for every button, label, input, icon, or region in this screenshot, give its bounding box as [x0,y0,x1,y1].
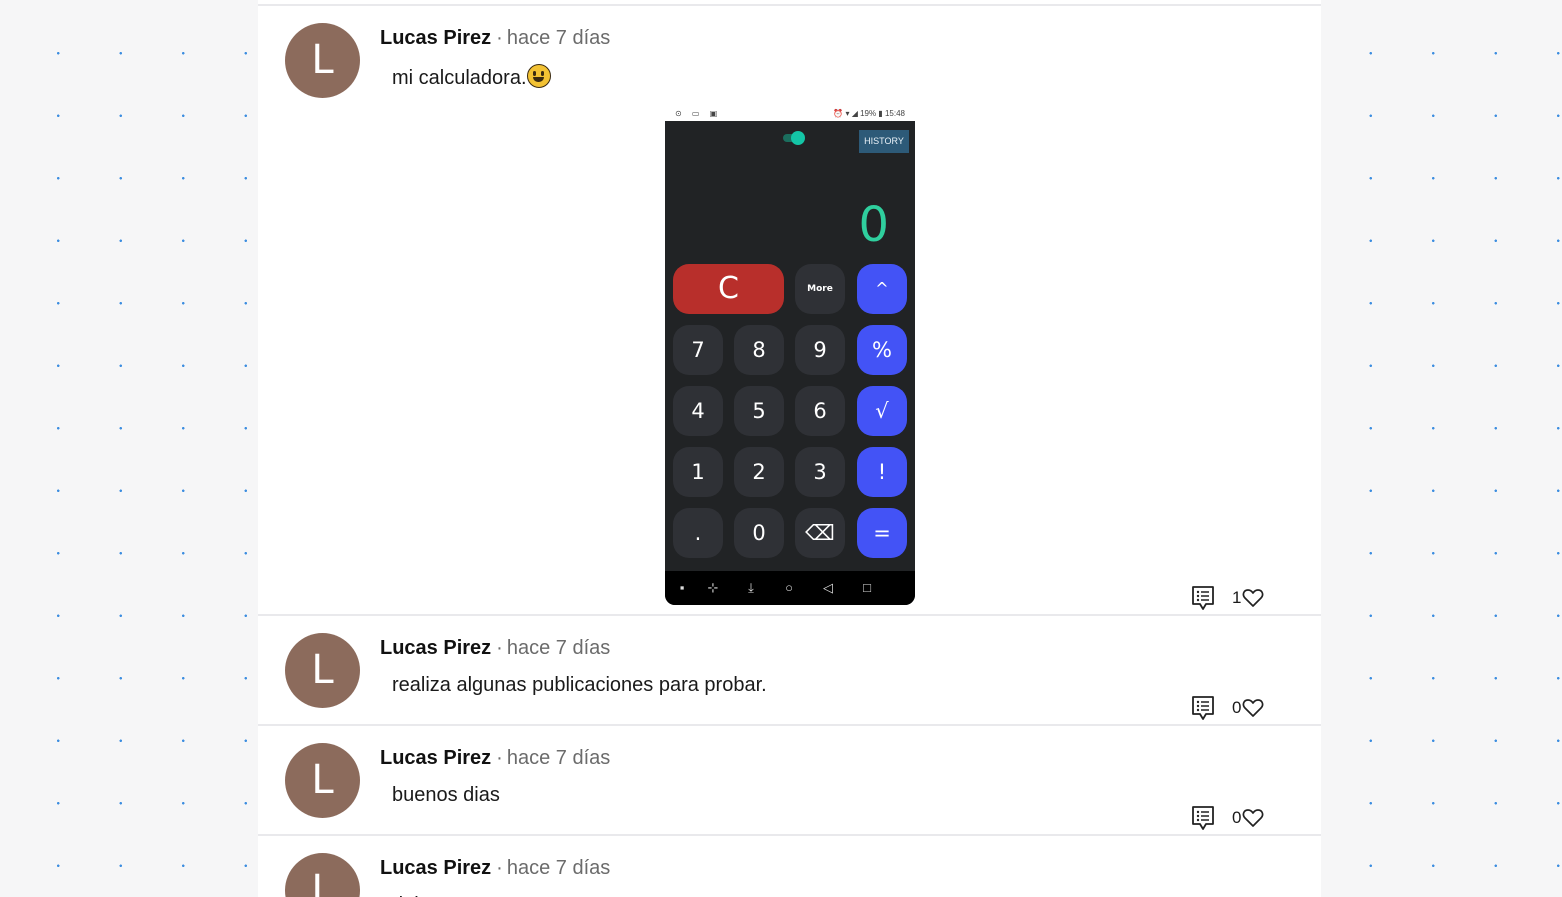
post-text-content: mi calculadora. [392,67,527,89]
comment-icon[interactable] [1190,584,1216,612]
meta-separator: · [496,747,503,769]
status-icons-left: ⊙ ▭ ▣ [675,109,722,118]
nav-home-icon: ○ [785,580,793,595]
key-1: 1 [673,447,723,497]
nav-recents-icon: □ [863,580,871,595]
author-name[interactable]: Lucas Pirez [380,637,491,659]
like-count: 0 [1232,808,1242,827]
key-9: 9 [795,325,845,375]
nav-collapse-icon: ⊹ [707,580,719,595]
history-button: HISTORY [859,130,909,153]
backspace-key: ⌫ [795,508,845,558]
author-name[interactable]: Lucas Pirez [380,27,491,49]
phone-nav-bar: ▪ ⊹ ⤓ ○ ◁ □ [665,571,915,605]
post-actions: 0 [1190,694,1264,722]
calculator-display: 0 [858,197,889,253]
heart-icon[interactable] [1242,808,1264,828]
post-text: realiza algunas publicaciones para proba… [392,674,767,696]
author-name[interactable]: Lucas Pirez [380,857,491,879]
avatar[interactable]: L [285,743,360,818]
key-8: 8 [734,325,784,375]
nav-back-icon: ◁ [823,580,833,595]
post-time: hace 7 días [506,27,611,49]
post-time: hace 7 días [506,637,611,659]
key-3: 3 [795,447,845,497]
key-4: 4 [673,386,723,436]
post-feed: L Lucas Pirez · hace 7 días mi calculadora… [258,0,1321,897]
equals-key: = [857,508,907,558]
meta-separator: · [496,27,503,49]
post-meta: Lucas Pirez · hace 7 días [380,27,610,50]
post-time: hace 7 días [506,747,611,769]
percent-key: % [857,325,907,375]
post-card: L Lucas Pirez·hace 7 días dale [258,834,1321,897]
comment-icon[interactable] [1190,694,1216,722]
post-image[interactable]: ⊙ ▭ ▣ ⏰ ▾ ◢ 19% ▮ 15:48 HISTORY 0 C More… [665,106,915,605]
key-0: 0 [734,508,784,558]
post-card: L Lucas Pirez · hace 7 días mi calculadora… [258,4,1321,615]
meta-separator: · [496,857,503,879]
meta-separator: · [496,637,503,659]
post-meta: Lucas Pirez · hace 7 días [380,747,610,770]
calculator-screen: HISTORY 0 C More ^ 7 8 9 % 4 5 6 √ 1 2 3… [665,121,915,605]
avatar[interactable]: L [285,23,360,98]
key-5: 5 [734,386,784,436]
like-count: 0 [1232,698,1242,717]
phone-status-bar: ⊙ ▭ ▣ ⏰ ▾ ◢ 19% ▮ 15:48 [665,106,915,121]
post-card: L Lucas Pirez · hace 7 días realiza alguna… [258,614,1321,725]
status-icons-right: ⏰ ▾ ◢ 19% ▮ 15:48 [833,109,905,118]
key-6: 6 [795,386,845,436]
heart-icon[interactable] [1242,588,1264,608]
clear-key: C [673,264,784,314]
post-card: L Lucas Pirez · hace 7 días buenos dias 0 [258,724,1321,835]
post-time: hace 7 días [506,857,611,879]
post-meta: Lucas Pirez · hace 7 días [380,857,610,880]
sqrt-key: √ [857,386,907,436]
power-key: ^ [857,264,907,314]
key-7: 7 [673,325,723,375]
avatar[interactable]: L [285,633,360,708]
avatar[interactable]: L [285,853,360,897]
post-actions: 0 [1190,804,1264,832]
more-key: More [795,264,845,314]
factorial-key: ! [857,447,907,497]
nav-download-icon: ⤓ [748,580,754,595]
post-text: buenos dias [392,784,500,806]
post-meta: Lucas Pirez · hace 7 días [380,637,610,660]
like-count: 1 [1232,588,1242,607]
key-2: 2 [734,447,784,497]
post-actions: 1 [1190,584,1264,612]
comment-icon[interactable] [1190,804,1216,832]
grinning-face-emoji-icon [526,64,551,88]
author-name[interactable]: Lucas Pirez [380,747,491,769]
heart-icon[interactable] [1242,698,1264,718]
theme-toggle [783,131,805,145]
post-text: mi calculadora. [392,64,551,90]
nav-dot-icon: ▪ [679,580,685,595]
dot-key: . [673,508,723,558]
